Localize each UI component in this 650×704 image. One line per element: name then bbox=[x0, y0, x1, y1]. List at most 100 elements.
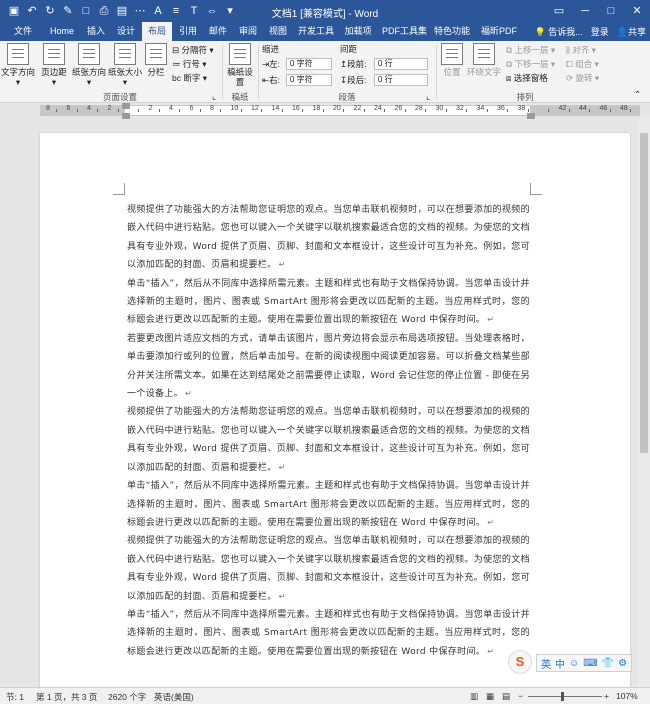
title-bar: ▣ ↶ ↻ ✎ □ ⎙ ▤ ⋯ A ≡ T ⇔ ▾ 文档1 [兼容模式] - W… bbox=[0, 0, 650, 22]
ime-toolbar[interactable]: 英 中 ☺ ⌨ 👕 ⚙ bbox=[536, 654, 633, 672]
ribbon-display-icon[interactable]: ▭ bbox=[546, 0, 572, 22]
first-line-indent-marker[interactable] bbox=[122, 103, 130, 109]
paragraph-text: 单击“插入”，然后从不同库中选择所需元素。主题和样式也有助于文档保持协调。当您单… bbox=[127, 609, 530, 657]
ime-lang-label[interactable]: 英 bbox=[541, 656, 551, 671]
status-section[interactable]: 节: 1 bbox=[6, 691, 24, 703]
web-layout-icon[interactable]: ▤ bbox=[502, 691, 510, 702]
ime-keyboard-icon[interactable]: ⌨ bbox=[583, 658, 597, 669]
document-paragraph[interactable]: 单击“插入”，然后从不同库中选择所需元素。主题和样式也有助于文档保持协调。当您单… bbox=[127, 606, 530, 661]
ime-chinese-icon[interactable]: 中 bbox=[555, 656, 565, 671]
size-button[interactable]: 纸张大小 ▾ bbox=[106, 43, 144, 87]
wrap-text-label: 环绕文字 bbox=[466, 67, 501, 77]
line-numbers-button[interactable]: ≔ 行号 ▾ bbox=[172, 59, 207, 70]
ruler-number: 8 bbox=[46, 105, 50, 112]
position-button[interactable]: 位置 bbox=[438, 43, 466, 77]
document-body[interactable]: 视频提供了功能强大的方法帮助您证明您的观点。当您单击联机视频时，可以在想要添加的… bbox=[127, 201, 530, 661]
document-paragraph[interactable]: 若要更改图片适应文档的方式，请单击该图片，图片旁边将会显示布局选项按钮。当处理表… bbox=[127, 330, 530, 404]
tab-view[interactable]: 视图 bbox=[264, 22, 292, 41]
tab-insert[interactable]: 插入 bbox=[82, 22, 110, 41]
send-backward-button[interactable]: ⧉ 下移一层 ▾ bbox=[506, 59, 555, 70]
indent-left-label: ⇥左: bbox=[262, 59, 280, 70]
group-label-page-setup: 页面设置 bbox=[102, 92, 137, 102]
document-paragraph[interactable]: 单击“插入”，然后从不同库中选择所需元素。主题和样式也有助于文档保持协调。当您单… bbox=[127, 275, 530, 330]
tell-me-box[interactable]: 💡 告诉我... bbox=[535, 25, 583, 38]
align-button[interactable]: ⫼ 对齐 ▾ bbox=[566, 45, 596, 56]
tab-layout[interactable]: 布局 bbox=[142, 22, 172, 41]
wrap-text-button[interactable]: 环绕文字 bbox=[466, 43, 502, 77]
tab-review[interactable]: 审阅 bbox=[234, 22, 262, 41]
hyphenation-button[interactable]: bc 断字 ▾ bbox=[172, 73, 207, 84]
page-setup-launcher-icon[interactable]: ⌞ bbox=[212, 91, 216, 102]
tab-addins[interactable]: 加载项 bbox=[340, 22, 376, 41]
indent-left-input[interactable]: 0 字符 bbox=[286, 58, 332, 70]
spacing-after-input[interactable]: 0 行 bbox=[374, 74, 428, 86]
tab-special[interactable]: 特色功能 bbox=[430, 22, 474, 41]
paragraph-text: 单击“插入”，然后从不同库中选择所需元素。主题和样式也有助于文档保持协调。当您单… bbox=[127, 278, 530, 326]
document-paragraph[interactable]: 视频提供了功能强大的方法帮助您证明您的观点。当您单击联机视频时，可以在想要添加的… bbox=[127, 201, 530, 275]
ruler-number: 30 bbox=[435, 105, 444, 112]
status-language[interactable]: 英语(美国) bbox=[154, 691, 194, 703]
ribbon-layout: 文字方向 ▾ 页边距 ▾ 纸张方向 ▾ 纸张大小 ▾ 分栏 ⊟ 分隔符 ▾ ≔ 行号 ▾… bbox=[0, 41, 650, 103]
ruler-tick bbox=[240, 109, 242, 112]
scrollbar-thumb[interactable] bbox=[640, 133, 648, 453]
breaks-button[interactable]: ⊟ 分隔符 ▾ bbox=[172, 45, 214, 56]
group-label-paragraph: 段落 bbox=[338, 92, 356, 102]
document-paragraph[interactable]: 视频提供了功能强大的方法帮助您证明您的观点。当您单击联机视频时，可以在想要添加的… bbox=[127, 532, 530, 606]
login-link[interactable]: 登录 bbox=[591, 25, 609, 38]
document-paragraph[interactable]: 视频提供了功能强大的方法帮助您证明您的观点。当您单击联机视频时，可以在想要添加的… bbox=[127, 403, 530, 477]
status-bar: 节: 1 第 1 页，共 3 页 2620 个字 英语(美国) ▥ ▦ ▤ − … bbox=[0, 687, 650, 704]
document-paragraph[interactable]: 单击“插入”，然后从不同库中选择所需元素。主题和样式也有助于文档保持协调。当您单… bbox=[127, 477, 530, 532]
ruler-number: 2 bbox=[107, 105, 112, 112]
ime-emoji-icon[interactable]: ☺ bbox=[569, 658, 579, 669]
ruler-number: 38 bbox=[517, 105, 526, 112]
status-word-count[interactable]: 2620 个字 bbox=[108, 691, 146, 703]
zoom-level[interactable]: 107% bbox=[616, 691, 638, 701]
status-page[interactable]: 第 1 页，共 3 页 bbox=[36, 691, 97, 703]
paragraph-mark-icon: ↵ bbox=[487, 646, 495, 656]
tab-pdf-tools[interactable]: PDF工具集 bbox=[378, 22, 428, 41]
tab-design[interactable]: 设计 bbox=[112, 22, 140, 41]
text-direction-button[interactable]: 文字方向 ▾ bbox=[0, 43, 36, 87]
group-label-arrange: 排列 bbox=[516, 92, 534, 102]
tab-developer[interactable]: 开发工具 bbox=[294, 22, 338, 41]
group-button[interactable]: ⧠ 组合 ▾ bbox=[566, 59, 599, 70]
group-objects-icon: ⧠ bbox=[566, 59, 573, 69]
read-mode-icon[interactable]: ▥ bbox=[470, 691, 478, 702]
indent-right-input[interactable]: 0 字符 bbox=[286, 74, 332, 86]
vertical-scrollbar[interactable] bbox=[638, 119, 650, 687]
paragraph-launcher-icon[interactable]: ⌞ bbox=[426, 91, 430, 102]
spacing-before-input[interactable]: 0 行 bbox=[374, 58, 428, 70]
zoom-out-icon[interactable]: − bbox=[518, 691, 523, 701]
tab-home[interactable]: Home bbox=[42, 22, 82, 41]
zoom-slider[interactable] bbox=[528, 696, 602, 697]
minimize-icon[interactable]: ─ bbox=[572, 0, 598, 22]
margins-button[interactable]: 页边距 ▾ bbox=[36, 43, 72, 87]
ruler-tick bbox=[486, 109, 488, 112]
bring-forward-button[interactable]: ⧉ 上移一层 ▾ bbox=[506, 45, 555, 56]
rotate-button[interactable]: ⟳ 旋转 ▾ bbox=[566, 73, 599, 84]
ime-settings-icon[interactable]: ⚙ bbox=[618, 658, 627, 669]
zoom-slider-thumb[interactable] bbox=[561, 692, 564, 701]
tab-references[interactable]: 引用 bbox=[174, 22, 202, 41]
close-icon[interactable]: ✕ bbox=[624, 0, 650, 22]
collapse-ribbon-icon[interactable]: ⌃ bbox=[634, 89, 641, 100]
ime-skin-icon[interactable]: 👕 bbox=[602, 658, 614, 669]
ruler-number: 12 bbox=[251, 105, 259, 112]
selection-pane-label: 选择窗格 bbox=[513, 73, 548, 83]
ruler-number: 48 bbox=[620, 105, 628, 112]
draft-paper-button[interactable]: 稿纸设置 bbox=[224, 43, 256, 87]
columns-button[interactable]: 分栏 bbox=[142, 43, 170, 77]
print-layout-icon[interactable]: ▦ bbox=[486, 691, 494, 702]
tab-file[interactable]: 文件 bbox=[6, 22, 40, 41]
selection-pane-button[interactable]: ⧈ 选择窗格 bbox=[506, 73, 548, 84]
document-page[interactable]: 视频提供了功能强大的方法帮助您证明您的观点。当您单击联机视频时，可以在想要添加的… bbox=[40, 133, 630, 693]
document-canvas[interactable]: 视频提供了功能强大的方法帮助您证明您的观点。当您单击联机视频时，可以在想要添加的… bbox=[0, 119, 650, 693]
share-button[interactable]: 👤共享 bbox=[617, 25, 646, 38]
maximize-icon[interactable]: □ bbox=[598, 0, 624, 22]
breaks-icon: ⊟ bbox=[172, 45, 180, 55]
horizontal-ruler[interactable]: 8 6 4 2 2 4 6 8 10 12 14 16 18 20 22 24 26 28 30 32 34 36 38 42… bbox=[0, 103, 650, 119]
tab-mailings[interactable]: 邮件 bbox=[204, 22, 232, 41]
tab-foxit-pdf[interactable]: 福昕PDF bbox=[476, 22, 522, 41]
orientation-button[interactable]: 纸张方向 ▾ bbox=[70, 43, 108, 87]
zoom-in-icon[interactable]: + bbox=[604, 691, 609, 701]
